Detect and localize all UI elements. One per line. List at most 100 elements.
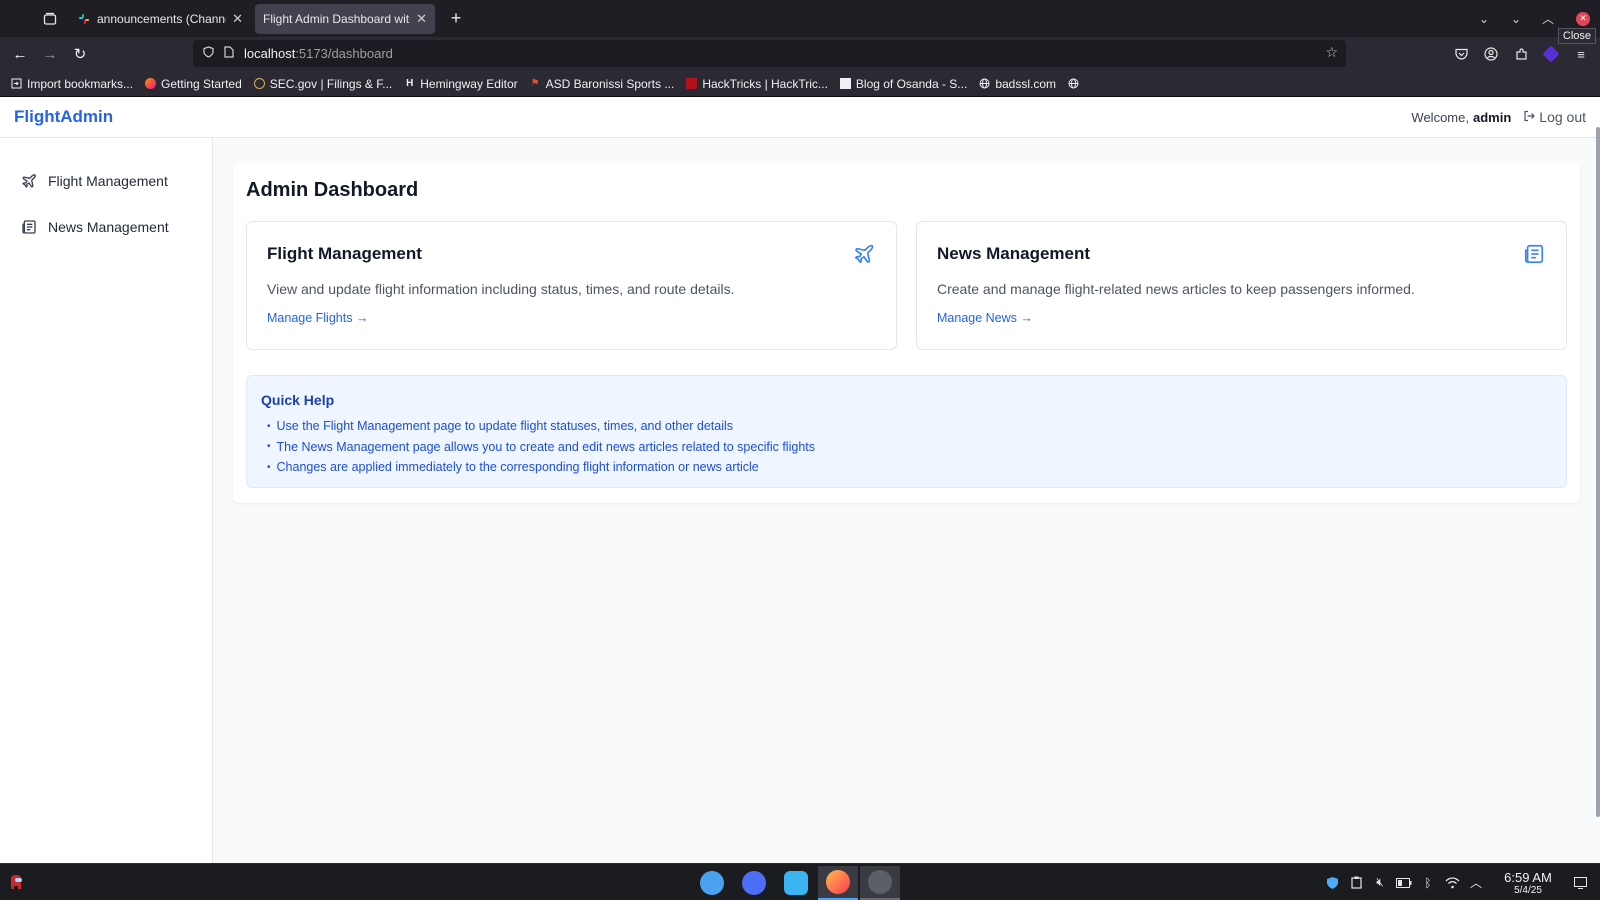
user-menu: Welcome, admin Log out xyxy=(1411,109,1586,125)
sidebar: Flight Management News Management xyxy=(0,138,213,863)
bookmark-label: SEC.gov | Filings & F... xyxy=(269,76,393,91)
help-item-text: The News Management page allows you to c… xyxy=(276,439,815,454)
page-icon xyxy=(224,46,234,61)
quick-help-title: Quick Help xyxy=(261,392,335,408)
username: admin xyxy=(1472,109,1512,125)
start-menu-icon[interactable] xyxy=(6,869,26,895)
manage-news-link[interactable]: Manage News → xyxy=(937,311,1033,325)
bookmark-label: Blog of Osanda - S... xyxy=(855,76,968,91)
clock[interactable]: 6:59 AM 5/4/25 xyxy=(1496,870,1560,896)
url-host: localhost xyxy=(244,46,296,61)
browser-tab-announcements[interactable]: announcements (Channel) ✕ xyxy=(69,3,251,34)
sidebar-item-label: News Management xyxy=(48,219,169,235)
tab-title: announcements (Channel) xyxy=(97,11,227,26)
browser-nav-bar: ← → ↻ localhost:5173/dashboard ☆ ≡ xyxy=(0,37,1600,71)
firefox-icon xyxy=(826,870,850,894)
list-item: • The News Management page allows you to … xyxy=(267,439,815,454)
bookmark-label: HackTricks | HackTric... xyxy=(702,76,828,91)
card-description: Create and manage flight-related news ar… xyxy=(937,281,1415,297)
pocket-icon[interactable] xyxy=(1446,39,1476,69)
bookmark-star-icon[interactable]: ☆ xyxy=(1325,44,1338,61)
bookmark-hemingway[interactable]: H Hemingway Editor xyxy=(403,76,518,91)
bookmark-label: badssl.com xyxy=(995,76,1057,91)
hacktricks-icon xyxy=(685,77,698,90)
slack-icon xyxy=(77,12,91,26)
card-title: Flight Management xyxy=(267,244,422,263)
bookmark-import[interactable]: Import bookmarks... xyxy=(10,77,133,91)
window-close-button[interactable]: ✕ xyxy=(1576,11,1590,26)
globe-icon xyxy=(978,77,991,90)
bookmark-globe[interactable] xyxy=(1067,77,1084,90)
quick-help-list: • Use the Flight Management page to updat… xyxy=(267,416,815,478)
url-bar[interactable]: localhost:5173/dashboard ☆ xyxy=(193,40,1346,67)
bookmark-badssl[interactable]: badssl.com xyxy=(978,77,1056,91)
bookmarks-bar: Import bookmarks... Getting Started SEC.… xyxy=(0,71,1600,97)
os-taskbar: 🔇︎ ᛒ ︿ 6:59 AM 5/4/25 xyxy=(0,863,1600,900)
show-desktop-icon[interactable] xyxy=(1568,871,1592,895)
logout-label: Log out xyxy=(1539,109,1586,125)
sidebar-item-news-management[interactable]: News Management xyxy=(20,218,169,236)
dashboard-panel: Admin Dashboard Flight Management View a… xyxy=(233,163,1580,503)
battery-icon[interactable] xyxy=(1392,871,1416,895)
help-item-text: Use the Flight Management page to update… xyxy=(276,419,734,434)
minimize-chevron-icon[interactable]: ⌄ xyxy=(1500,4,1532,34)
card-title: News Management xyxy=(937,244,1091,263)
newspaper-icon xyxy=(20,218,38,236)
tab-title: Flight Admin Dashboard with · xyxy=(263,11,411,26)
logout-button[interactable]: Log out xyxy=(1523,109,1586,125)
quick-help-box: Quick Help • Use the Flight Management pa… xyxy=(246,375,1567,488)
app-root: FlightAdmin Welcome, admin Log out Fligh… xyxy=(0,97,1600,863)
taskbar-app-firefox[interactable] xyxy=(818,866,858,900)
brand-logo[interactable]: FlightAdmin xyxy=(14,107,113,127)
volume-muted-icon[interactable]: 🔇︎ xyxy=(1368,871,1392,895)
reload-icon[interactable]: ↻ xyxy=(65,39,95,69)
close-tooltip: Close xyxy=(1557,28,1596,44)
bluetooth-icon[interactable]: ᛒ xyxy=(1416,871,1440,895)
tab-overview-icon[interactable] xyxy=(35,4,65,34)
page-title: Admin Dashboard xyxy=(246,179,419,201)
account-icon[interactable] xyxy=(1476,39,1506,69)
bookmark-asd-baronissi[interactable]: ⚑ ASD Baronissi Sports ... xyxy=(529,77,675,91)
mail-app-icon xyxy=(742,871,766,895)
toggle-app-icon xyxy=(700,871,724,895)
app-header: FlightAdmin Welcome, admin Log out xyxy=(0,97,1600,138)
bookmark-label: Getting Started xyxy=(161,76,242,91)
new-tab-button[interactable]: + xyxy=(441,4,471,34)
bookmark-hacktricks[interactable]: HackTricks | HackTric... xyxy=(685,77,828,91)
taskbar-app-mail[interactable] xyxy=(734,866,774,900)
clock-time: 6:59 AM xyxy=(1504,869,1552,885)
firefox-icon xyxy=(144,77,157,90)
list-item: • Changes are applied immediately to the … xyxy=(267,460,759,475)
files-app-icon xyxy=(784,871,808,895)
url-path: :5173/dashboard xyxy=(295,46,393,61)
manage-flights-link[interactable]: Manage Flights → xyxy=(267,311,368,325)
list-all-tabs-icon[interactable]: ⌄ xyxy=(1468,4,1500,34)
logout-icon xyxy=(1523,110,1536,125)
terminal-icon xyxy=(868,870,892,894)
vpn-shield-icon[interactable] xyxy=(1320,871,1344,895)
sidebar-item-flight-management[interactable]: Flight Management xyxy=(20,172,168,190)
bookmark-osanda[interactable]: Blog of Osanda - S... xyxy=(839,77,967,91)
plane-icon xyxy=(20,172,38,190)
forward-arrow-icon[interactable]: → xyxy=(35,39,65,69)
bookmark-getting-started[interactable]: Getting Started xyxy=(144,77,242,91)
taskbar-app-files[interactable] xyxy=(776,866,816,900)
extensions-icon[interactable] xyxy=(1506,39,1536,69)
bookmark-sec-gov[interactable]: SEC.gov | Filings & F... xyxy=(253,76,393,91)
back-arrow-icon[interactable]: ← xyxy=(5,39,35,69)
list-item: • Use the Flight Management page to updat… xyxy=(267,419,734,434)
taskbar-app-terminal[interactable] xyxy=(860,866,900,900)
tab-close-icon[interactable]: ✕ xyxy=(416,11,427,27)
flight-management-card: Flight Management View and update flight… xyxy=(246,221,897,350)
bookmark-label: Hemingway Editor xyxy=(420,76,518,91)
blog-icon xyxy=(839,77,852,90)
page-scrollbar[interactable] xyxy=(1596,127,1600,817)
tab-close-icon[interactable]: ✕ xyxy=(232,11,243,27)
taskbar-app-toggle[interactable] xyxy=(692,866,732,900)
wifi-icon[interactable] xyxy=(1440,871,1464,895)
tray-expand-icon[interactable]: ︿ xyxy=(1464,871,1488,895)
browser-tab-flight-admin[interactable]: Flight Admin Dashboard with · ✕ xyxy=(255,3,435,34)
clipboard-icon[interactable] xyxy=(1344,871,1368,895)
system-tray: 🔇︎ ᛒ ︿ 6:59 AM 5/4/25 xyxy=(1320,864,1600,900)
card-description: View and update flight information inclu… xyxy=(267,281,735,297)
